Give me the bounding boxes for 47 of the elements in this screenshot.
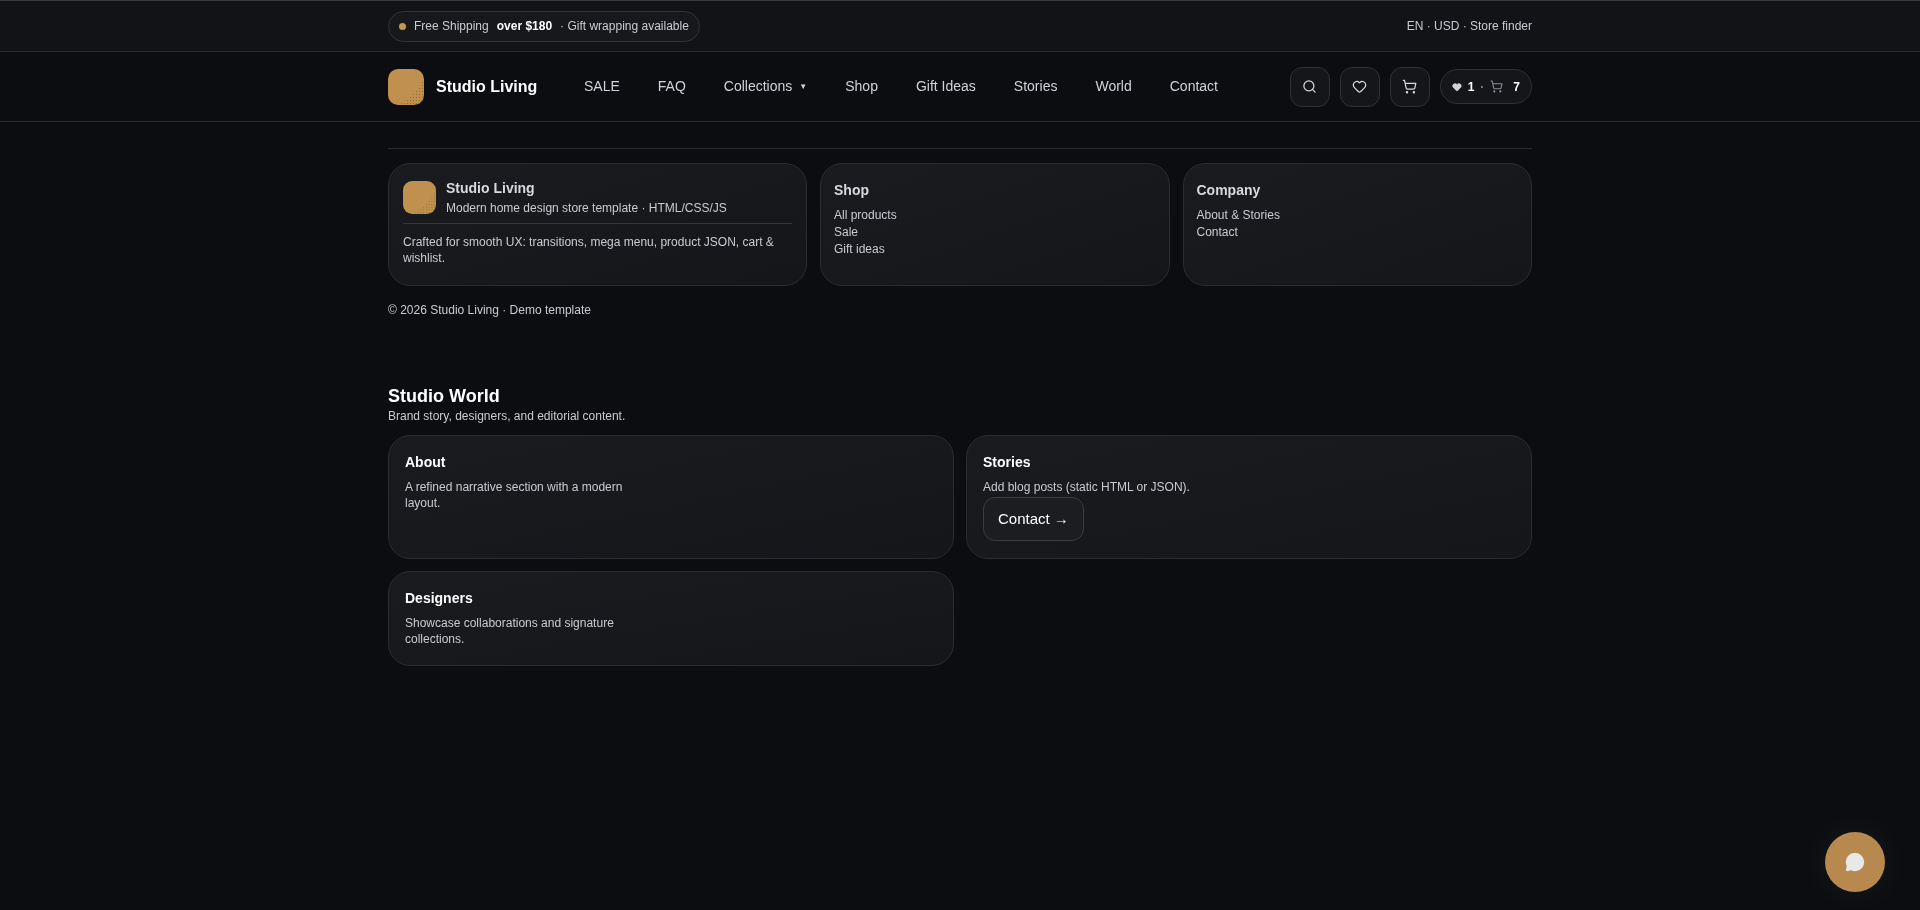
- cart-button[interactable]: [1389, 66, 1430, 107]
- nav-link[interactable]: World: [1095, 76, 1132, 97]
- nav-link[interactable]: Collections ▼: [723, 76, 808, 97]
- footer-link[interactable]: About & Stories: [1196, 207, 1280, 224]
- contact-button[interactable]: Contact →: [983, 497, 1084, 541]
- card-title: Stories: [983, 453, 1032, 472]
- footer-link[interactable]: Contact: [1196, 224, 1238, 241]
- logo-icon: [403, 181, 436, 214]
- card-text: Add blog posts (static HTML or JSON).: [983, 479, 1191, 495]
- footer-column-title: Shop: [834, 181, 870, 200]
- nav-link[interactable]: Gift Ideas: [915, 76, 976, 97]
- locale-links[interactable]: EN · USD · Store finder: [1406, 17, 1532, 35]
- search-icon: [1302, 79, 1318, 94]
- card-title: Designers: [405, 589, 474, 608]
- copyright-text: © 2026 Studio Living · Demo template: [388, 302, 592, 319]
- section-title: Studio World: [388, 385, 501, 407]
- heart-icon: [1451, 81, 1462, 92]
- logo-icon: [388, 68, 424, 105]
- footer-tagline: Modern home design store template · HTML/CSS/JS: [446, 200, 727, 217]
- section-subtitle: Brand story, designers, and editorial content.: [388, 408, 627, 425]
- chat-button[interactable]: [1825, 832, 1885, 892]
- footer-column-title: Company: [1196, 181, 1262, 200]
- shipping-text: Free Shipping: [414, 18, 489, 35]
- card-title: About: [405, 453, 447, 472]
- card-text: Showcase collaborations and signature collections.: [405, 615, 615, 647]
- footer-link[interactable]: Gift ideas: [834, 241, 885, 258]
- wishlist-button[interactable]: [1339, 66, 1380, 107]
- nav-link[interactable]: Contact: [1169, 76, 1218, 97]
- cart-icon: [1402, 79, 1418, 94]
- shipping-threshold: over $180: [496, 18, 553, 35]
- footer-description: Crafted for smooth UX: transitions, mega menu, product JSON, cart & wishlist.: [403, 234, 775, 266]
- nav-link[interactable]: Shop: [845, 76, 878, 97]
- nav-link[interactable]: FAQ: [657, 76, 686, 97]
- footer-link[interactable]: All products: [834, 207, 897, 224]
- card-text: A refined narrative section with a modern layout.: [405, 479, 624, 511]
- brand-name[interactable]: Studio Living: [436, 74, 538, 99]
- footer-brand-name: Studio Living: [446, 179, 536, 198]
- nav-link[interactable]: Stories: [1013, 76, 1058, 97]
- gift-wrap-text: · Gift wrapping available: [560, 18, 689, 35]
- chat-icon: [1845, 852, 1865, 872]
- heart-icon: [1352, 79, 1368, 94]
- caret-icon: ▼: [799, 80, 808, 93]
- cart-icon: [1490, 80, 1504, 93]
- search-button[interactable]: [1289, 66, 1330, 107]
- nav-link[interactable]: SALE: [584, 76, 620, 97]
- counter-pill[interactable]: 1 · 7: [1439, 69, 1532, 104]
- footer-link[interactable]: Sale: [834, 224, 859, 241]
